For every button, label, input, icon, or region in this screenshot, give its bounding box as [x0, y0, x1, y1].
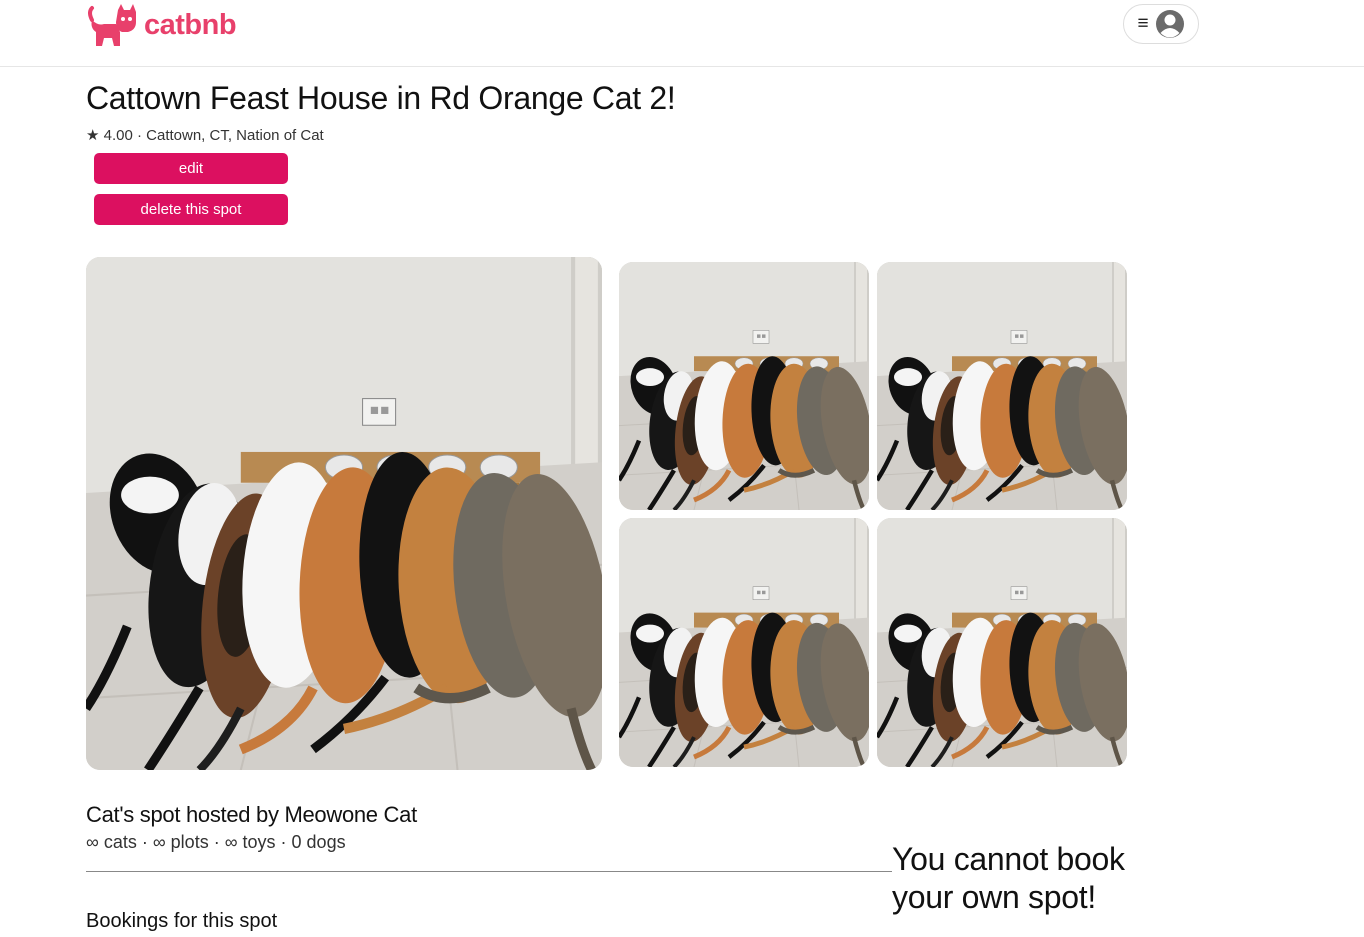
- brand-name: catbnb: [144, 9, 237, 41]
- booking-panel-message: You cannot book your own spot!: [892, 841, 1125, 915]
- spot-photo-thumbnail: [877, 518, 1127, 767]
- spot-amenities: ∞ cats · ∞ plots · ∞ toys · 0 dogs: [86, 832, 346, 852]
- user-avatar-icon: [1155, 10, 1184, 38]
- bookings-heading: Bookings for this spot: [86, 910, 278, 932]
- spot-photo-thumbnail: [619, 262, 869, 510]
- home-logo-link[interactable]: catbnb: [88, 2, 237, 48]
- spot-rating-location: ★ 4.00 · Cattown, CT, Nation of Cat: [86, 127, 324, 144]
- top-navbar: catbnb ≡: [0, 0, 1364, 67]
- spot-photo-thumbnail: [877, 262, 1127, 510]
- spot-main-photo: [86, 257, 602, 770]
- delete-spot-button[interactable]: delete this spot: [94, 194, 288, 225]
- user-menu-button[interactable]: ≡: [1123, 4, 1199, 44]
- spot-photo-thumbnail: [619, 518, 869, 767]
- spot-title: Cattown Feast House in Rd Orange Cat 2!: [86, 80, 676, 116]
- edit-spot-button[interactable]: edit: [94, 153, 288, 184]
- cat-logo-icon: [88, 4, 136, 46]
- section-divider: [86, 871, 892, 872]
- host-heading: Cat's spot hosted by Meowone Cat: [86, 802, 417, 827]
- hamburger-icon: ≡: [1137, 13, 1149, 34]
